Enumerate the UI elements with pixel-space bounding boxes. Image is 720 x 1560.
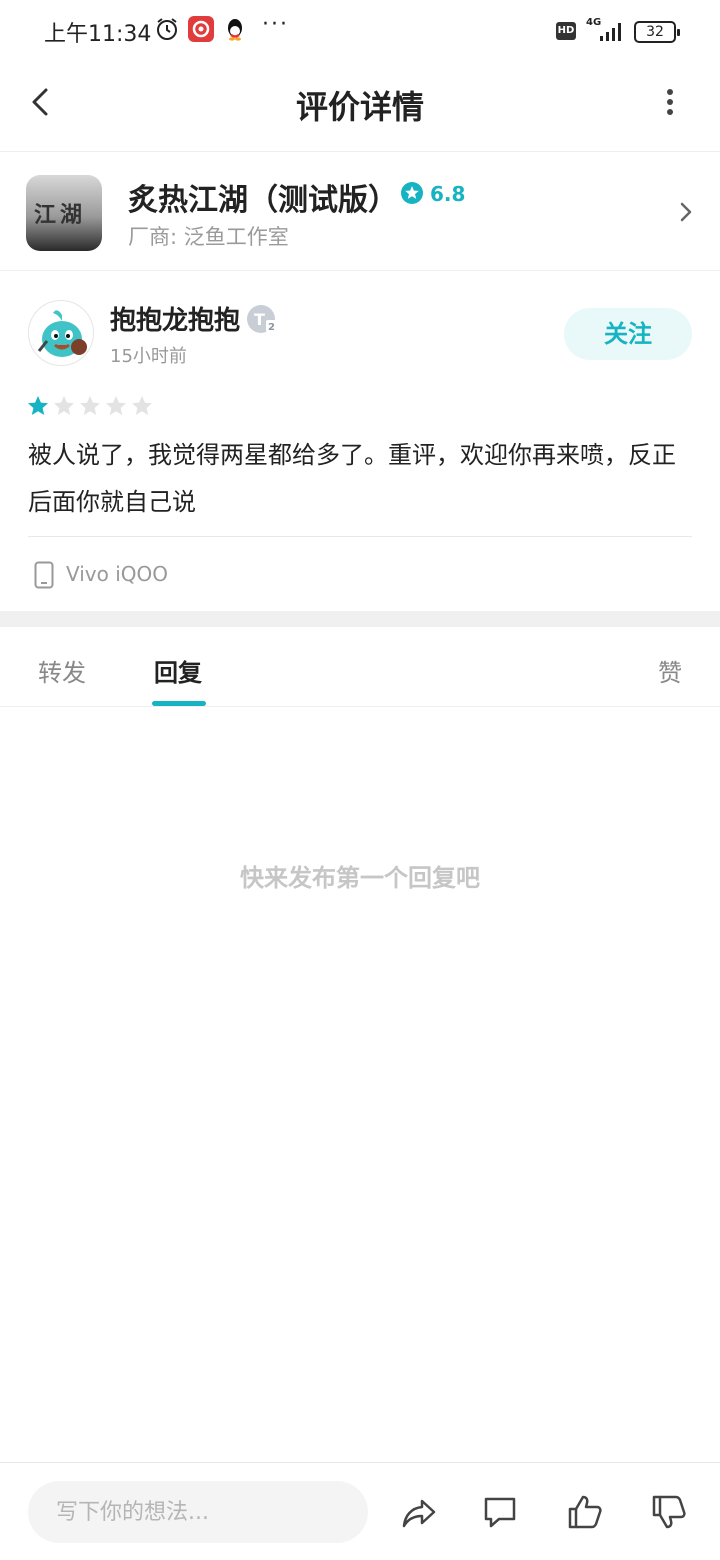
follow-button[interactable]: 关注: [564, 308, 692, 360]
reviewer-name[interactable]: 抱抱龙抱抱: [110, 300, 240, 337]
more-notifications-icon: ···: [262, 12, 289, 37]
thumbs-up-icon[interactable]: [566, 1493, 604, 1531]
battery-icon: 32: [634, 21, 680, 43]
rating-value: 6.8: [430, 182, 466, 206]
comment-input[interactable]: [28, 1481, 368, 1543]
star-empty-icon: [80, 396, 100, 415]
section-divider: [0, 611, 720, 627]
star-rating: [26, 394, 156, 418]
device-name: Vivo iQOO: [66, 562, 169, 586]
status-time: 上午11:34: [44, 22, 152, 47]
star-empty-icon: [106, 396, 126, 415]
qq-icon: [228, 19, 242, 41]
phone-icon: [34, 561, 54, 589]
top-nav-bar: 评价详情: [0, 64, 720, 152]
hd-icon: HD: [556, 22, 576, 40]
svg-text:T: T: [254, 310, 265, 329]
star-filled-icon: [28, 396, 48, 415]
divider: [28, 536, 692, 537]
comment-icon[interactable]: [481, 1493, 519, 1531]
signal-icon: [600, 23, 621, 41]
app-name: 炙热江湖（测试版）: [128, 183, 398, 218]
thumbs-down-icon[interactable]: [650, 1493, 688, 1531]
tab-likes[interactable]: 赞: [658, 653, 682, 688]
svg-text:2: 2: [268, 322, 275, 333]
review-time: 15小时前: [110, 346, 187, 367]
star-empty-icon: [54, 396, 74, 415]
page-title: 评价详情: [295, 88, 424, 126]
review-text: 被人说了，我觉得两星都给多了。重评，欢迎你再来喷，反正后面你就自己说: [28, 441, 676, 516]
app-icon: 江湖: [26, 175, 102, 251]
tab-reply[interactable]: 回复: [154, 653, 202, 688]
more-options-icon[interactable]: [656, 86, 684, 118]
rating-star-icon: [401, 182, 423, 204]
tab-active-indicator: [152, 701, 206, 706]
empty-state-text: 快来发布第一个回复吧: [240, 864, 480, 892]
status-bar: 上午11:34 ··· HD 4G 32: [0, 0, 720, 64]
dragon-avatar-icon: [37, 310, 87, 357]
app-info-row[interactable]: 江湖 炙热江湖（测试版） 6.8 厂商: 泛鱼工作室: [0, 153, 720, 271]
level-badge-icon: T 2: [247, 305, 276, 333]
bottom-action-bar: [0, 1462, 720, 1560]
tab-bar: 转发 回复 赞: [0, 627, 720, 707]
chevron-right-icon: [680, 202, 692, 222]
app-vendor: 厂商: 泛鱼工作室: [128, 225, 289, 249]
share-icon[interactable]: [400, 1493, 438, 1531]
app-icon-text: 江湖: [34, 202, 87, 228]
alarm-icon: [157, 18, 177, 40]
music-app-icon: [188, 16, 214, 42]
avatar[interactable]: [28, 300, 94, 366]
tab-forward[interactable]: 转发: [38, 653, 86, 688]
star-empty-icon: [132, 396, 152, 415]
